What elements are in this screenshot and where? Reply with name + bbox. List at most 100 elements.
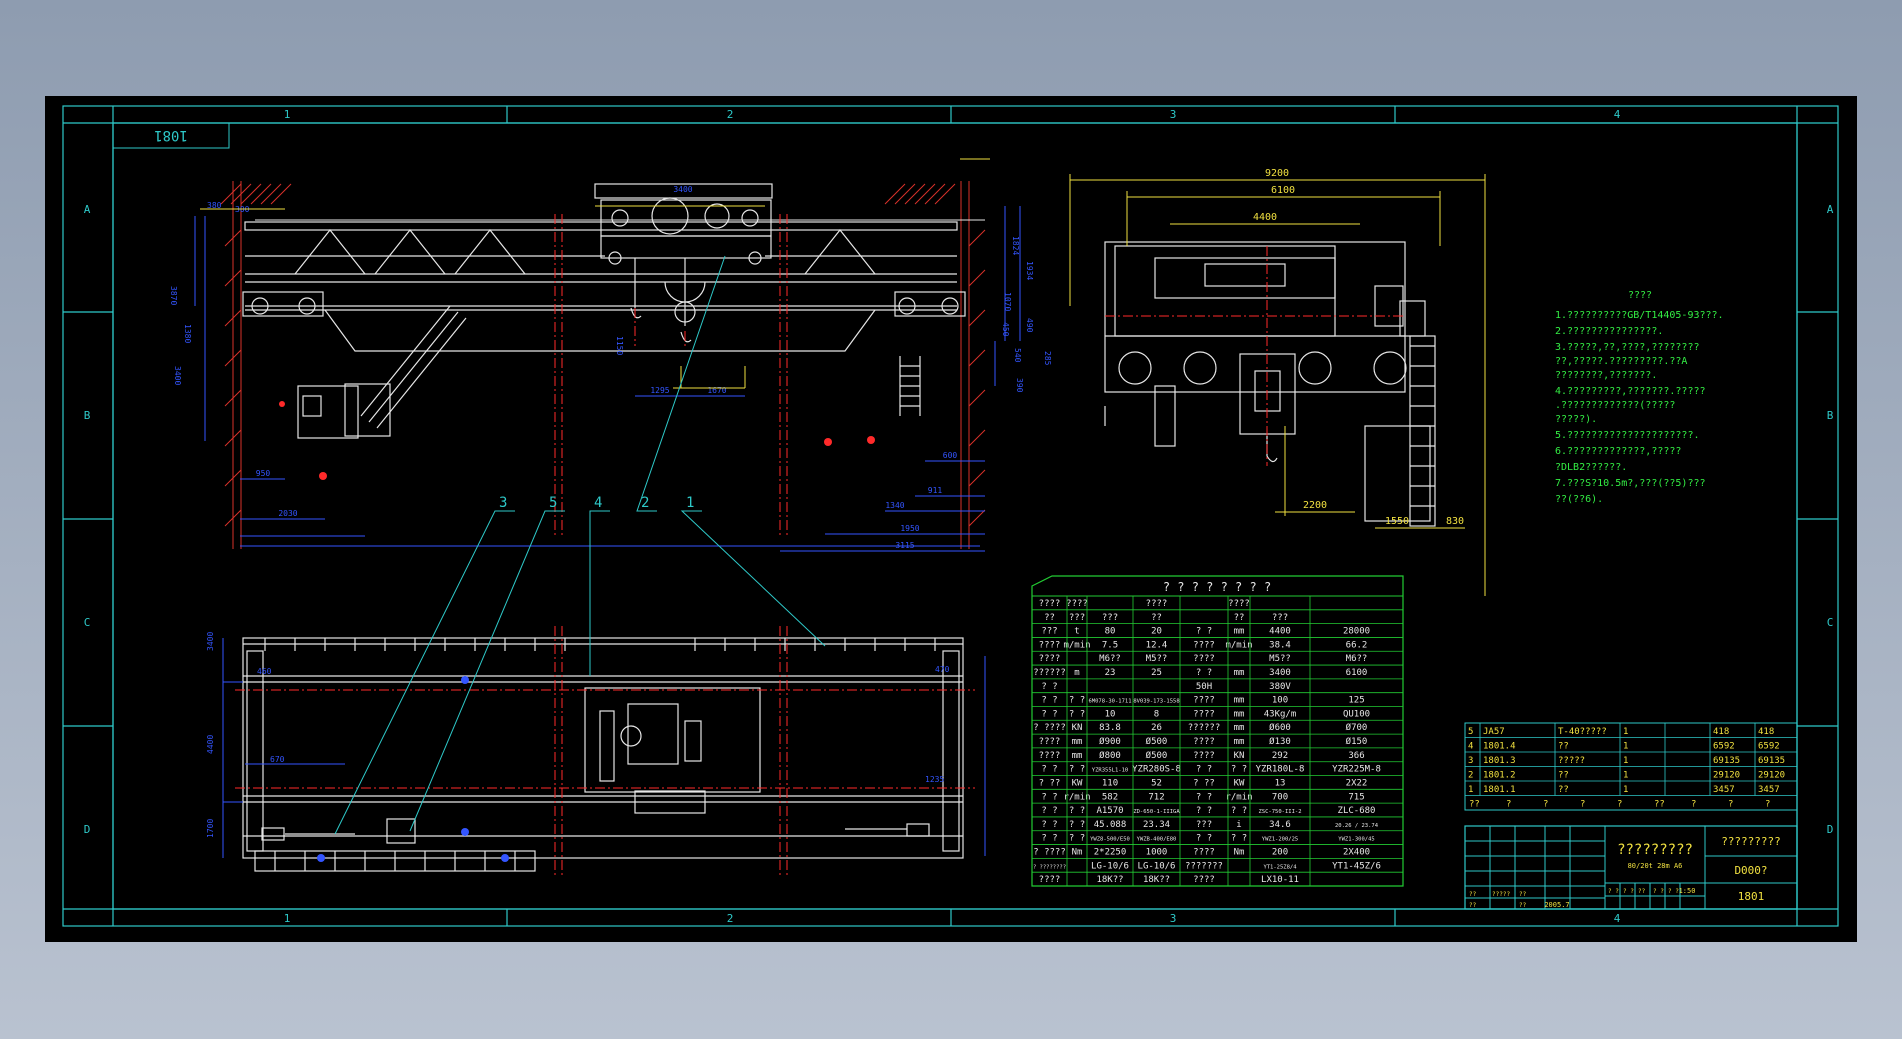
tb-label-4: ?? [1519,891,1527,898]
spec-cell: ? ? [1069,765,1085,775]
spec-cell: ???? [1146,599,1168,609]
spec-cell: ? ? [1231,765,1247,775]
zone-right-a: A [1827,203,1834,216]
spec-cell: 4400 [1269,627,1291,637]
spec-cell: 18K?? [1143,875,1170,885]
spec-cell: mm [1234,696,1245,706]
spec-cell: 10 [1105,709,1116,719]
parts-header-cell: ?? [1469,799,1480,809]
parts-cell: 418 [1713,727,1729,737]
dim-plan-1700: 1700 [206,819,215,838]
spec-cell: 6M078-30-1711 [1088,699,1131,705]
title-block-scale: 1:50 [1679,887,1696,895]
spec-table-rows: ?????????????????????????????????? t 80 20?… [1032,596,1403,886]
zone-left-b: B [84,409,91,422]
spec-cell: ? ? [1231,806,1247,816]
dim-285: 285 [1043,351,1052,366]
title-block-subtitle: 80/20t 28m A6 [1628,862,1683,870]
spec-cell: 38.4 [1269,640,1291,650]
parts-header-cell: ? [1580,799,1585,809]
spec-cell: ?? [1151,613,1162,623]
callout-4: 4 [594,495,602,511]
callout-1: 1 [686,495,694,511]
title-block-code: D000? [1734,864,1767,877]
spec-cell: 23 [1105,668,1116,678]
parts-cell: ?? [1558,770,1569,780]
spec-cell: mm [1072,751,1083,761]
dim-1934: 1934 [1025,261,1034,280]
zone-right-d: D [1827,823,1834,836]
spec-cell: M6?? [1099,654,1121,664]
zone-bottom-4: 4 [1614,912,1621,925]
spec-cell: 582 [1102,792,1118,802]
spec-cell: ? ? [1196,627,1212,637]
tb-label-10: ? ? [1668,888,1679,895]
note-line-9: 5.?????????????????????. [1555,430,1700,441]
spec-cell: ? ? [1069,696,1085,706]
spec-cell: ???? [1039,875,1061,885]
callout-5: 5 [549,495,557,511]
parts-cell: 69135 [1758,756,1785,766]
note-line-3: 3.?????,??,????,???????? [1555,342,1700,353]
trolley [594,183,773,343]
spec-cell: r/min [1225,792,1252,802]
note-line-5: ????????,???????. [1555,370,1657,381]
parts-header-cell: ? [1617,799,1622,809]
spec-cell: ? ? [1041,834,1057,844]
spec-cell: ZSC-750-III-2 [1258,809,1301,815]
tb-label-8: ?? [1638,888,1646,895]
parts-header-cell: ? [1506,799,1511,809]
spec-cell: 43Kg/m [1264,709,1297,719]
spec-cell: 2*2250 [1094,848,1127,858]
spec-cell: ???? [1193,709,1215,719]
parts-header-cell: ? [1765,799,1770,809]
parts-header-cell: ? [1728,799,1733,809]
parts-cell: 1 [1623,727,1628,737]
parts-cell: T-40????? [1558,727,1607,737]
drawing-number-text: 1081 [154,127,188,143]
dim-950: 950 [256,469,271,478]
spec-cell: 26 [1151,723,1162,733]
spec-cell: 8V039-173-1558 [1133,699,1179,705]
spec-cell: 200 [1272,848,1288,858]
dim-3400-left: 3400 [173,366,182,385]
note-line-1: 1.??????????GB/T14405-93???. [1555,310,1724,321]
tb-label-6: ? ? [1608,888,1619,895]
parts-cell: 1801.1 [1483,785,1516,795]
spec-cell: ? ???? [1033,723,1066,733]
dim-plan-460: 460 [257,667,272,676]
zone-bottom-1: 1 [284,912,291,925]
spec-cell: 52 [1151,778,1162,788]
parts-cell: 6592 [1713,741,1735,751]
spec-cell: 2X22 [1346,778,1368,788]
leader-callouts: 3 5 4 2 1 [334,255,826,835]
dim-plan-4400: 4400 [206,735,215,754]
tb-label-3: ????? [1492,891,1510,898]
parts-cell: 2 [1468,770,1473,780]
dim-1670: 1670 [707,386,726,395]
callout-2: 2 [641,495,649,511]
dim-1150: 1150 [615,336,624,355]
dimension-texts-plan: 3400 460 4400 1700 670 470 1235 [206,632,950,838]
dim-830: 830 [1446,516,1464,527]
spec-cell: YT1-45Z/6 [1332,861,1381,871]
spec-cell: ???? [1193,875,1215,885]
spec-cell: LG-10/6 [1091,861,1129,871]
zone-bottom-2: 2 [727,912,734,925]
parts-list: 5 JA57 T-40????? 1 418 4184 1801.4?? 1 6592 65923… [1464,722,1798,811]
spec-cell: 20.26 / 23.74 [1335,823,1379,829]
spec-cell: YZR180L-8 [1256,765,1305,775]
spec-cell: ???? [1193,848,1215,858]
parts-cell: 1801.2 [1483,770,1516,780]
note-line-10: 6.?????????????,????? [1555,446,1681,457]
notes-title: ???? [1628,290,1652,301]
spec-cell: 2X400 [1343,848,1370,858]
spec-cell: 20 [1151,627,1162,637]
spec-cell: 110 [1102,778,1118,788]
dim-plan-1235: 1235 [925,775,944,784]
parts-cell: 3 [1468,756,1473,766]
dim-450: 450 [1001,322,1010,337]
note-line-6: 4.?????????,???????.????? [1555,386,1706,397]
spec-cell: Ø600 [1269,722,1291,733]
spec-cell: r/min [1063,792,1090,802]
